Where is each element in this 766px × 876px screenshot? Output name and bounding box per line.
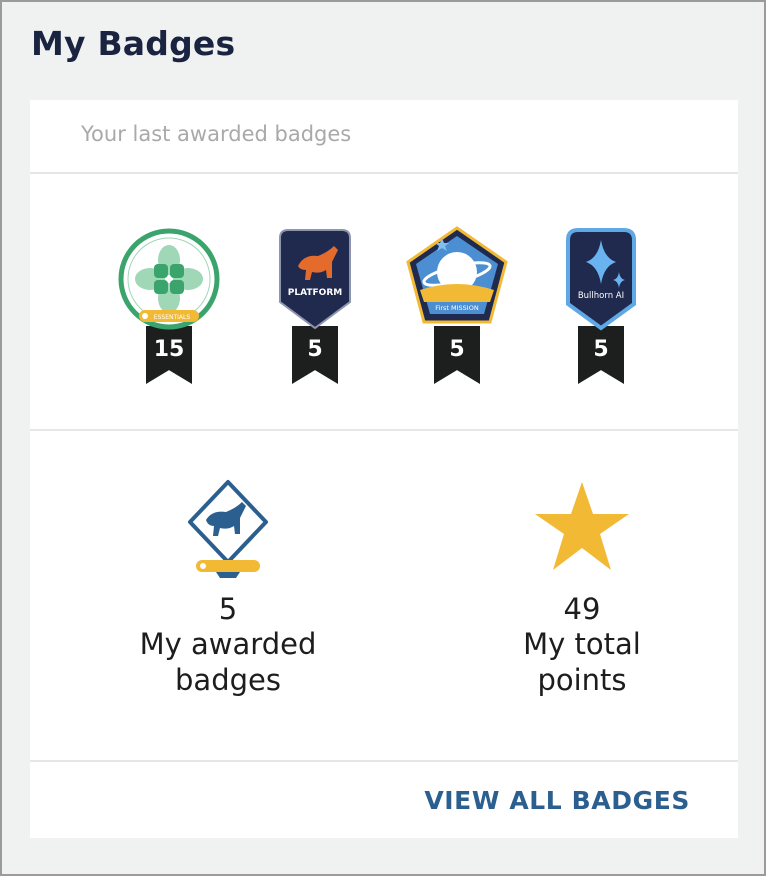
awarded-badges-stat: 5 My awarded badges [108,476,348,698]
svg-text:Bullhorn AI: Bullhorn AI [578,291,624,301]
badge-first-mission[interactable]: 5 First MISSION [402,224,512,394]
badge-count: 5 [593,337,609,362]
planet-icon: First MISSION [406,226,508,324]
svg-text:ESSENTIALS: ESSENTIALS [154,314,191,321]
divider [30,172,738,174]
awarded-badges-label: My awarded [139,627,317,661]
divider [30,760,738,762]
badges-card: Your last awarded badges 15 ESSENTIALS 5… [30,100,738,838]
awarded-badges-count: 5 [218,592,238,626]
bull-badge-icon [188,480,268,578]
badge-count: 15 [153,337,185,362]
total-points-value: 49 [563,592,601,626]
badge-count: 5 [449,337,465,362]
green-flower-icon: ESSENTIALS [118,228,220,330]
badge-essentials[interactable]: 15 ESSENTIALS [114,224,224,394]
svg-text:PLATFORM: PLATFORM [288,288,342,298]
view-all-badges-link[interactable]: VIEW ALL BADGES [424,786,690,815]
total-points-label: My total [523,627,641,661]
badge-bullhorn-ai[interactable]: 5 Bullhorn AI [546,224,656,394]
total-points-stat: 49 My total points [462,476,702,698]
badge-platform[interactable]: 5 PLATFORM [260,224,370,394]
awarded-badges-label-2: badges [175,663,281,697]
divider [30,429,738,431]
svg-text:First MISSION: First MISSION [435,304,479,312]
bull-icon: PLATFORM [279,229,351,330]
sparkle-icon: Bullhorn AI [566,228,636,331]
widget-title: My Badges [31,24,236,63]
badge-count: 5 [307,337,323,362]
total-points-label-2: points [537,663,627,697]
star-icon [535,482,629,570]
my-badges-widget: My Badges Your last awarded badges 15 ES… [0,0,766,876]
recent-badges-subtitle: Your last awarded badges [81,122,352,146]
